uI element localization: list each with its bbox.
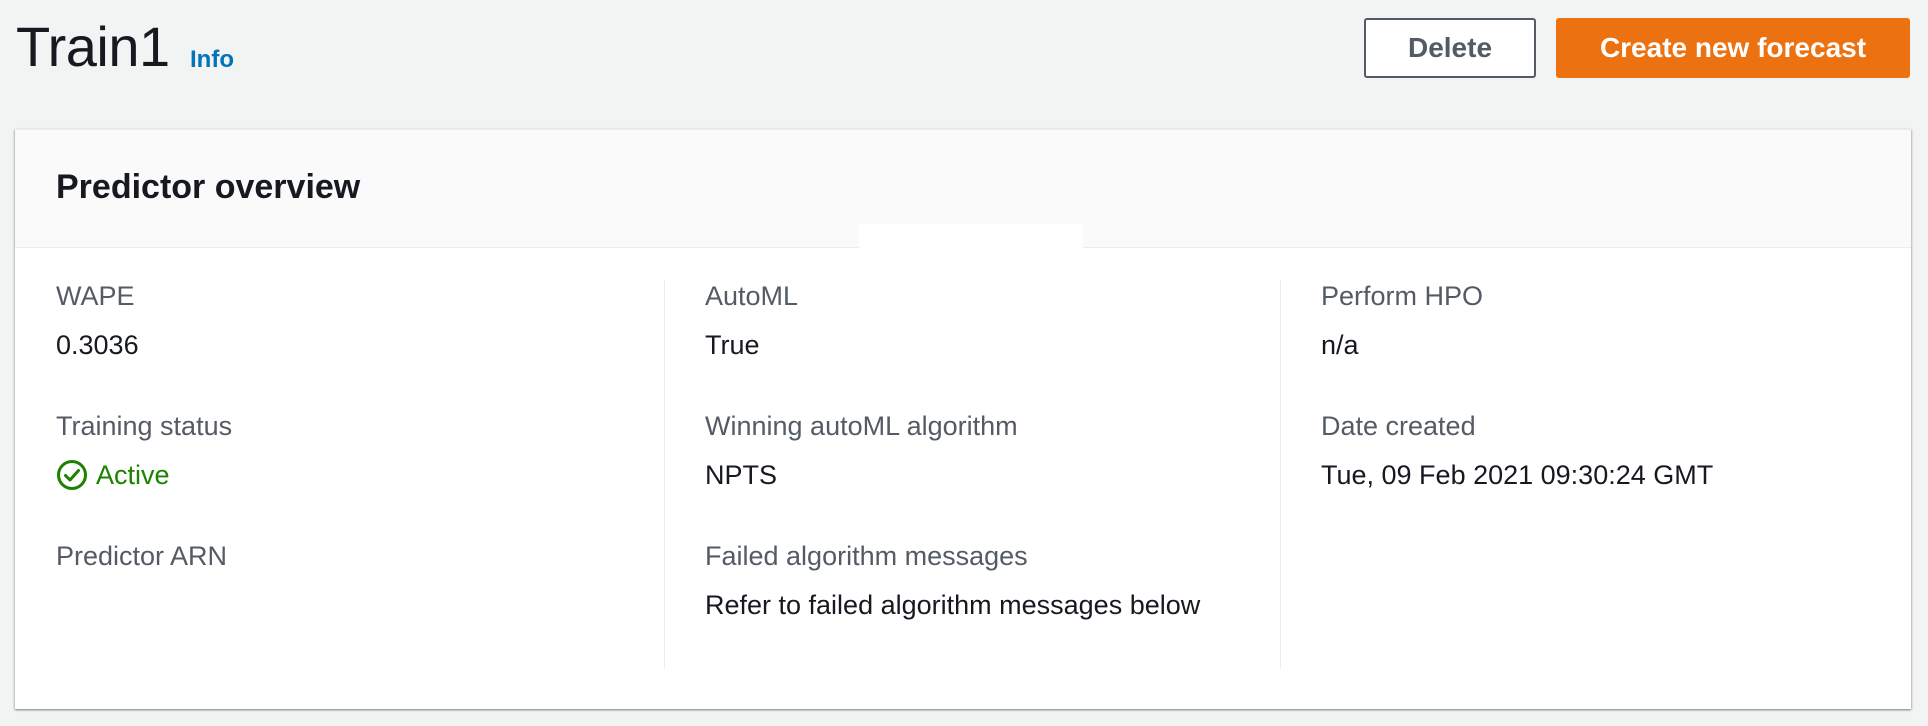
field-value: n/a xyxy=(1321,330,1359,360)
overview-column-2: AutoML True Winning autoML algorithm NPT… xyxy=(664,280,1280,668)
field-winning-algorithm: Winning autoML algorithm NPTS xyxy=(705,410,1280,540)
status-text: Active xyxy=(96,460,170,490)
field-date-created: Date created Tue, 09 Feb 2021 09:30:24 G… xyxy=(1321,410,1880,540)
field-predictor-arn: Predictor ARN xyxy=(56,540,648,670)
field-value: True xyxy=(705,330,760,360)
field-label: Winning autoML algorithm xyxy=(705,411,1018,441)
delete-button[interactable]: Delete xyxy=(1364,18,1536,78)
field-wape: WAPE 0.3036 xyxy=(56,280,648,410)
field-failed-messages: Failed algorithm messages Refer to faile… xyxy=(705,540,1280,670)
panel-header-notch xyxy=(859,224,1083,249)
page-title: Train1 xyxy=(16,15,170,78)
field-value: NPTS xyxy=(705,460,778,490)
overview-column-3: Perform HPO n/a Date created Tue, 09 Feb… xyxy=(1280,280,1880,668)
status-indicator: Active xyxy=(56,459,648,491)
field-automl: AutoML True xyxy=(705,280,1280,410)
field-label: Predictor ARN xyxy=(56,541,228,571)
panel-title: Predictor overview xyxy=(56,168,361,206)
field-value: Refer to failed algorithm messages below xyxy=(705,590,1201,620)
field-label: Date created xyxy=(1321,411,1476,441)
overview-column-1: WAPE 0.3036 Training status Active Predi… xyxy=(56,280,648,668)
predictor-overview-panel: Predictor overview WAPE 0.3036 Training … xyxy=(15,129,1911,709)
panel-header: Predictor overview xyxy=(15,130,1911,249)
field-label: WAPE xyxy=(56,281,135,311)
page-header: Train1 Info Delete Create new forecast xyxy=(0,0,1928,110)
field-value: Tue, 09 Feb 2021 09:30:24 GMT xyxy=(1321,460,1714,490)
field-label: AutoML xyxy=(705,281,799,311)
info-link[interactable]: Info xyxy=(190,46,234,74)
field-label: Perform HPO xyxy=(1321,281,1484,311)
create-new-forecast-button[interactable]: Create new forecast xyxy=(1556,18,1910,78)
field-training-status: Training status Active xyxy=(56,410,648,540)
field-value: 0.3036 xyxy=(56,330,139,360)
field-label: Training status xyxy=(56,411,233,441)
check-circle-icon xyxy=(56,459,88,491)
field-label: Failed algorithm messages xyxy=(705,541,1028,571)
field-perform-hpo: Perform HPO n/a xyxy=(1321,280,1880,410)
